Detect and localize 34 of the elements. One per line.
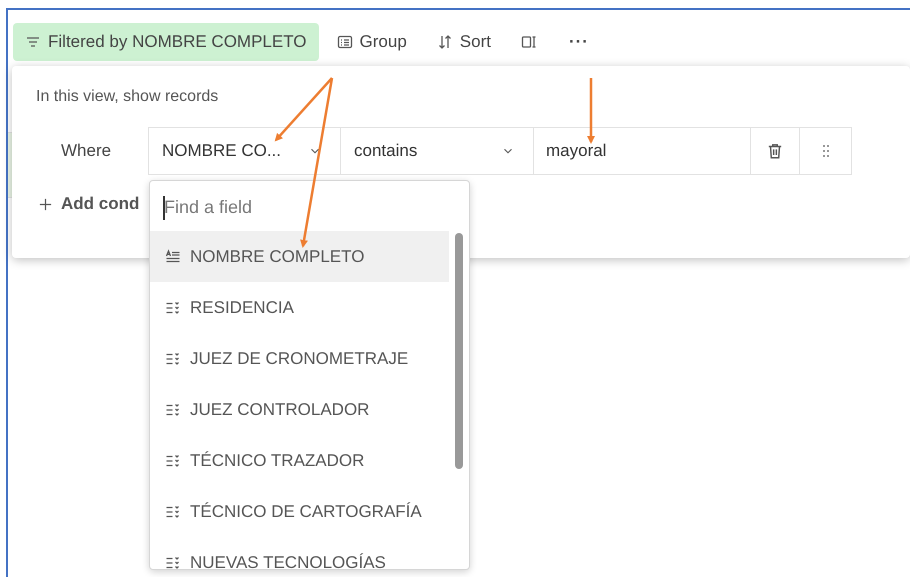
- popover-heading: In this view, show records: [36, 88, 220, 106]
- filter-button[interactable]: Filtered by NOMBRE COMPLETO: [13, 22, 319, 60]
- plus-icon: [38, 196, 53, 212]
- more-button[interactable]: ···: [554, 22, 603, 60]
- list-field-icon: [165, 452, 181, 468]
- list-icon: [336, 34, 353, 50]
- field-option[interactable]: TÉCNICO DE CARTOGRAFÍA: [150, 486, 449, 537]
- field-select[interactable]: NOMBRE CO...: [148, 127, 341, 175]
- list-field-icon: [165, 402, 181, 418]
- list-field-icon: [165, 554, 181, 569]
- list-field-icon: [165, 300, 181, 316]
- group-button[interactable]: Group: [324, 22, 419, 60]
- column-icon: [520, 34, 537, 50]
- annotation-arrow: [587, 78, 595, 144]
- field-option[interactable]: RESIDENCIA: [150, 282, 449, 333]
- text-cursor: [163, 196, 165, 220]
- text-field-icon: [165, 248, 181, 264]
- sort-button[interactable]: Sort: [424, 22, 503, 60]
- operator-select[interactable]: contains: [341, 127, 534, 175]
- sort-icon: [436, 34, 453, 50]
- list-field-icon: [165, 350, 181, 366]
- value-field[interactable]: mayoral: [534, 127, 751, 175]
- field-option[interactable]: JUEZ DE CRONOMETRAJE: [150, 333, 449, 384]
- add-condition-button[interactable]: Add cond: [38, 194, 140, 214]
- field-option[interactable]: TÉCNICO TRAZADOR: [150, 435, 449, 486]
- delete-button[interactable]: [751, 127, 800, 175]
- field-option[interactable]: NUEVAS TECNOLOGÍAS: [150, 537, 449, 569]
- field-option[interactable]: NOMBRE COMPLETO: [150, 231, 449, 282]
- list-field-icon: [165, 504, 181, 520]
- trash-icon: [766, 142, 784, 160]
- drag-handle[interactable]: [800, 127, 852, 175]
- scrollbar[interactable]: [455, 233, 463, 469]
- where-label: Where: [60, 141, 112, 161]
- field-option[interactable]: JUEZ CONTROLADOR: [150, 384, 449, 435]
